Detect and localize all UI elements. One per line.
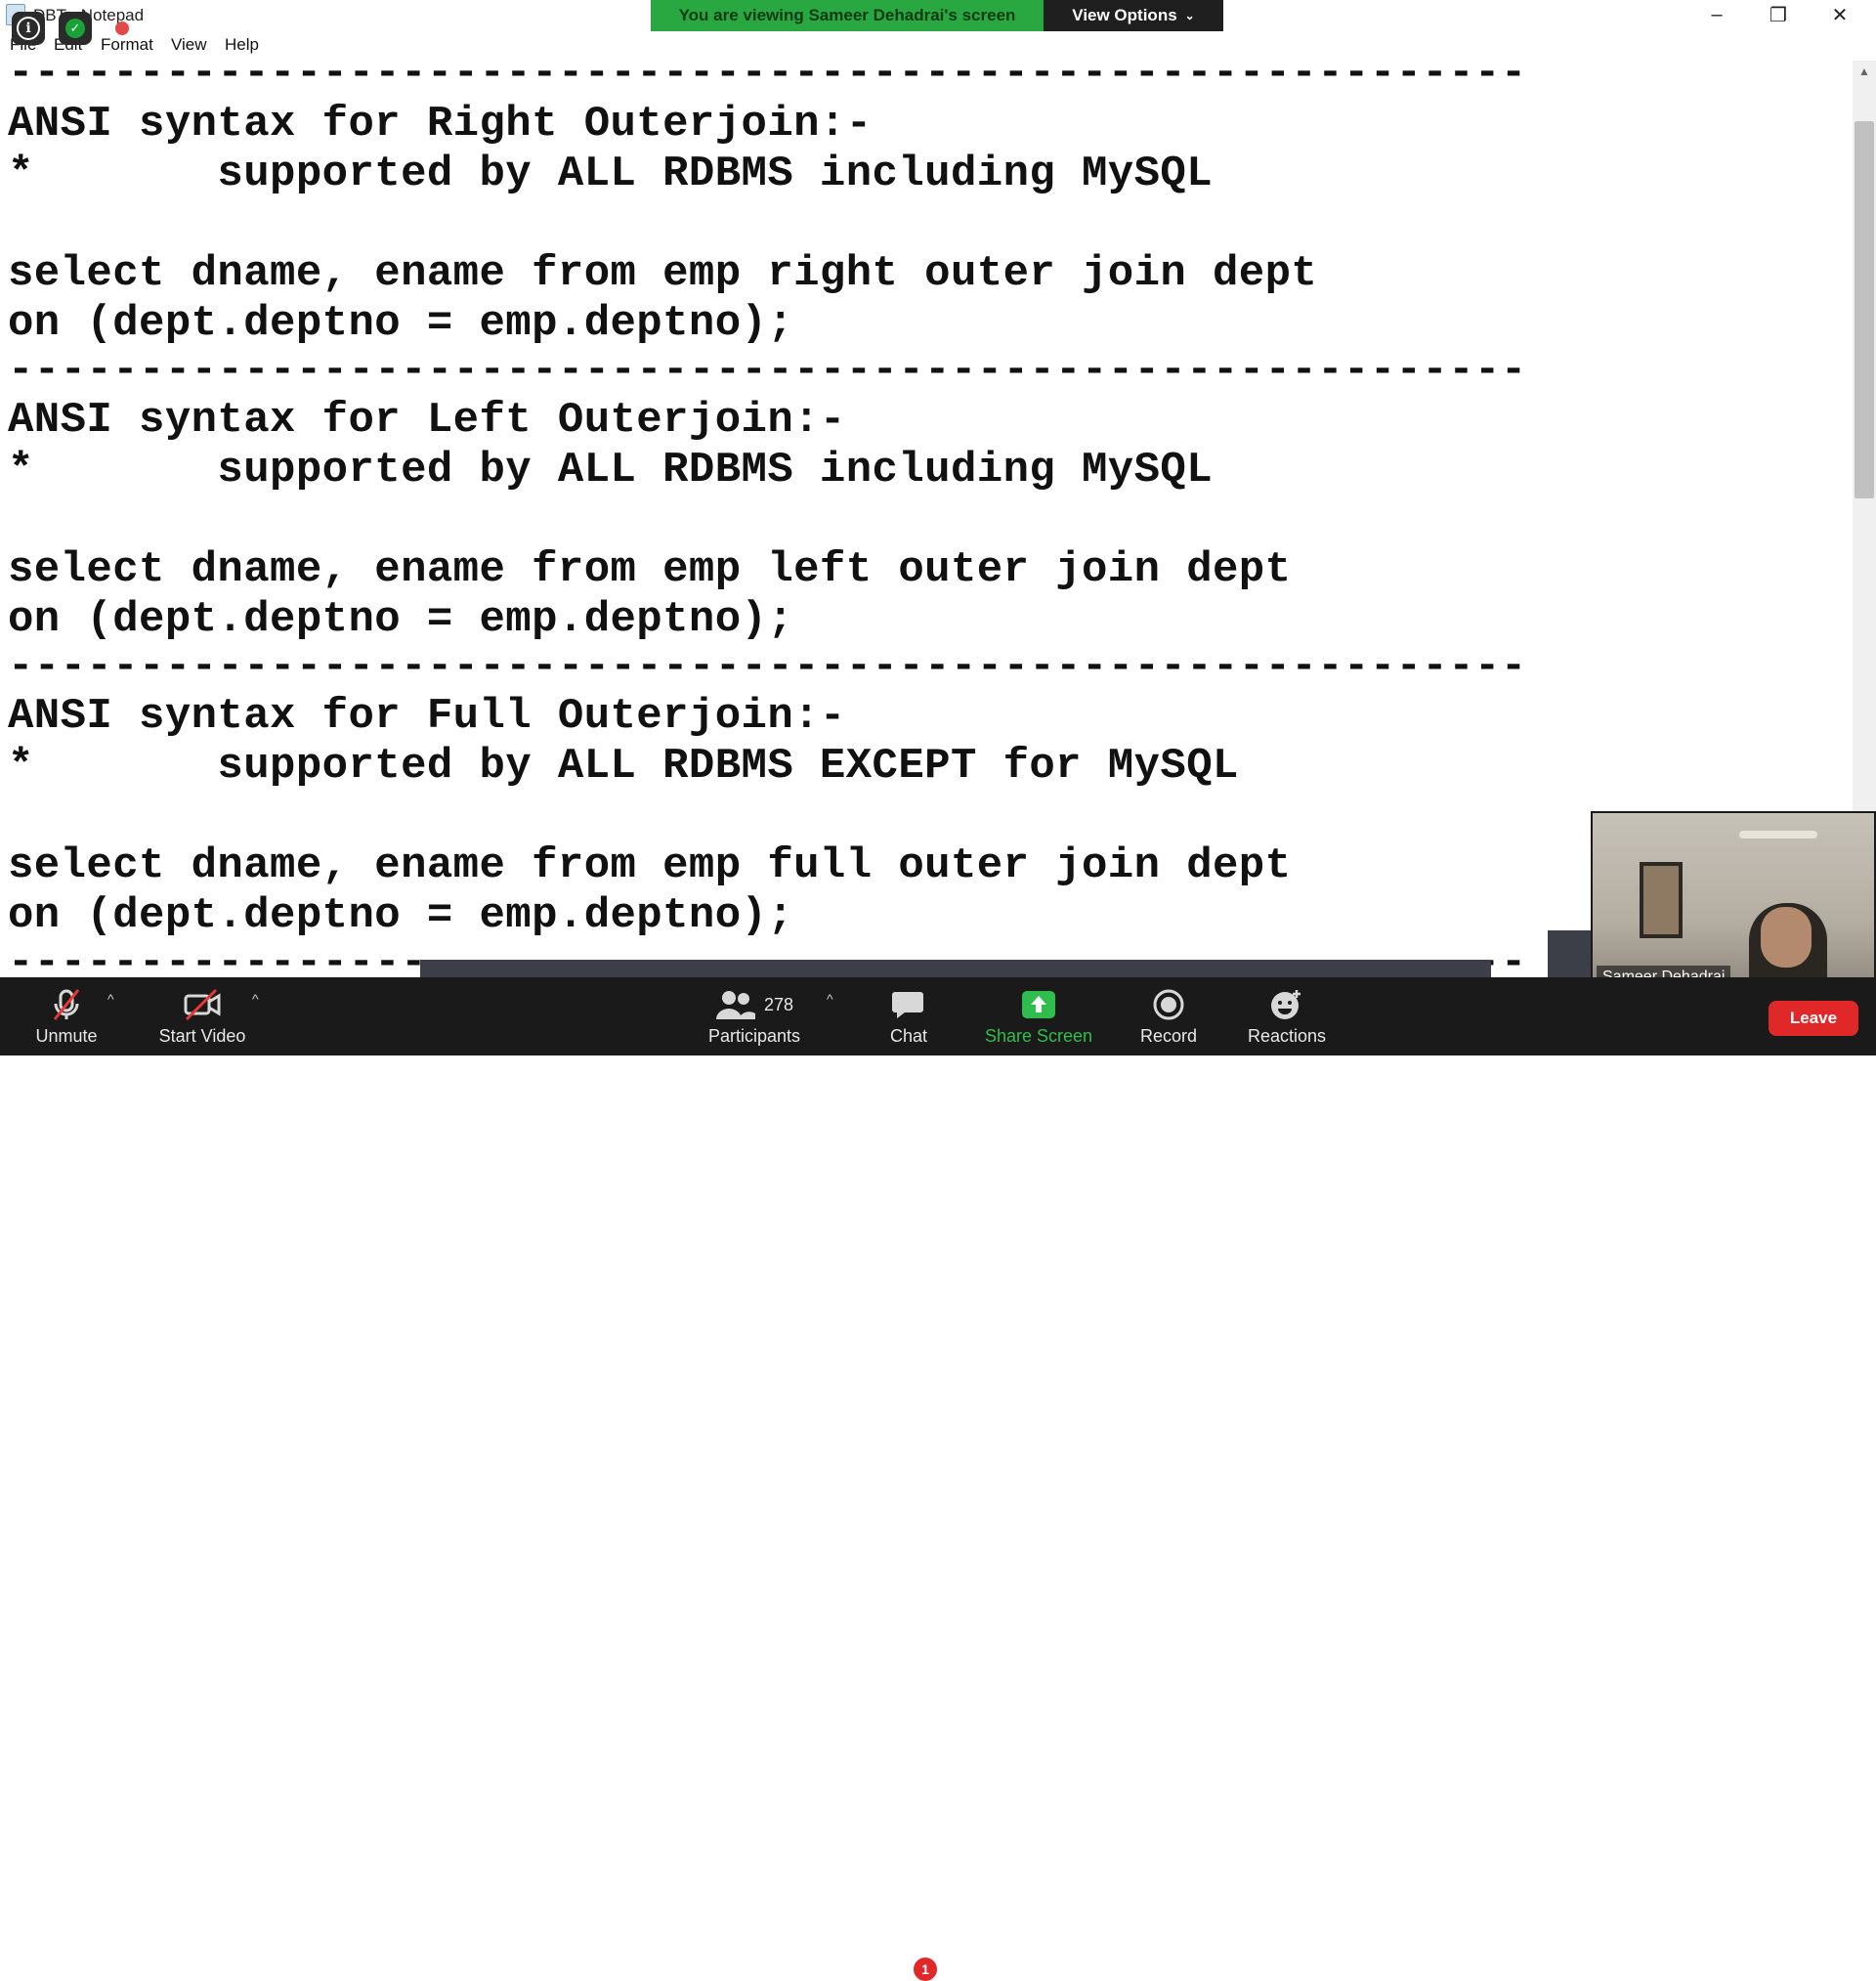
sql-select-line: select dname, ename from emp left outer … — [8, 545, 1292, 594]
reactions-label: Reactions — [1247, 1026, 1327, 1046]
chat-unread-badge: 1 — [914, 1958, 937, 1981]
reactions-button[interactable]: Reactions — [1243, 977, 1331, 1055]
participants-label: Participants — [707, 1026, 801, 1046]
sql-on-line: on (dept.deptno = emp.deptno); — [8, 595, 794, 644]
support-note-line: * supported by ALL RDBMS EXCEPT for MySQ… — [8, 742, 1239, 791]
screen-share-banner: You are viewing Sameer Dehadrai's screen — [651, 0, 1044, 31]
support-note-line: * supported by ALL RDBMS including MySQL — [8, 150, 1213, 198]
start-video-button[interactable]: Start Video — [151, 977, 253, 1055]
minimize-button[interactable]: – — [1686, 0, 1747, 29]
scroll-strip-end — [1548, 930, 1591, 977]
chevron-down-icon: ⌄ — [1184, 9, 1195, 22]
sql-select-line: select dname, ename from emp full outer … — [8, 841, 1292, 890]
share-screen-button[interactable]: Share Screen — [981, 977, 1096, 1055]
view-options-label: View Options — [1072, 6, 1177, 24]
muted-microphone-icon — [49, 987, 84, 1022]
info-icon: i — [17, 17, 40, 40]
heading-right-outerjoin: ANSI syntax for Right Outerjoin:- — [8, 100, 873, 149]
separator-line: ----------------------------------------… — [8, 642, 1527, 691]
view-options-button[interactable]: View Options ⌄ — [1044, 0, 1223, 31]
heading-full-outerjoin: ANSI syntax for Full Outerjoin:- — [8, 692, 846, 741]
separator-line: ----------------------------------------… — [8, 61, 1527, 98]
recording-dot-icon — [115, 22, 129, 35]
menu-view[interactable]: View — [171, 35, 207, 55]
text-editor[interactable]: ----------------------------------------… — [0, 61, 1853, 977]
menu-help[interactable]: Help — [225, 35, 259, 55]
ceiling-fan — [1739, 831, 1817, 839]
maximize-button[interactable]: ❐ — [1748, 0, 1809, 29]
participants-count: 278 — [763, 994, 794, 1014]
unmute-label: Unmute — [35, 1026, 98, 1046]
chat-bubble-icon — [891, 987, 926, 1022]
leave-meeting-button[interactable]: Leave — [1769, 1001, 1858, 1036]
sql-select-line: select dname, ename from emp right outer… — [8, 249, 1318, 298]
wall-picture-frame — [1640, 862, 1683, 938]
video-off-icon — [183, 987, 222, 1022]
reaction-smiley-icon — [1269, 987, 1304, 1022]
participant-video-tile[interactable]: Sameer Dehadrai — [1591, 811, 1876, 997]
meeting-toolbar: Unmute ^ Start Video ^ 278 Participants … — [0, 977, 1876, 1981]
close-button[interactable]: ✕ — [1810, 0, 1870, 29]
unmute-button[interactable]: Unmute — [27, 977, 106, 1055]
checkmark-icon: ✓ — [65, 19, 85, 38]
record-label: Record — [1139, 1026, 1198, 1046]
audio-options-caret-icon[interactable]: ^ — [107, 991, 114, 1007]
start-video-label: Start Video — [158, 1026, 246, 1046]
share-screen-icon — [1021, 987, 1056, 1022]
menu-format[interactable]: Format — [101, 35, 153, 55]
chat-label: Chat — [889, 1026, 928, 1046]
share-screen-label: Share Screen — [984, 1026, 1093, 1046]
participants-button[interactable]: 278 Participants — [704, 977, 805, 1055]
security-shield-icon[interactable]: ✓ — [59, 12, 92, 45]
participants-caret-icon[interactable]: ^ — [827, 991, 833, 1007]
scrollbar-thumb[interactable] — [1855, 121, 1874, 498]
video-options-caret-icon[interactable]: ^ — [252, 991, 259, 1007]
participants-icon: 278 — [715, 987, 793, 1022]
sql-on-line: on (dept.deptno = emp.deptno); — [8, 891, 794, 940]
horizontal-scroll-strip[interactable] — [420, 960, 1491, 977]
support-note-line: * supported by ALL RDBMS including MySQL — [8, 446, 1213, 495]
record-icon — [1152, 987, 1185, 1022]
sql-on-line: on (dept.deptno = emp.deptno); — [8, 299, 794, 348]
meeting-info-icon[interactable]: i — [12, 12, 45, 45]
heading-left-outerjoin: ANSI syntax for Left Outerjoin:- — [8, 396, 846, 445]
separator-line: ----------------------------------------… — [8, 346, 1527, 395]
record-button[interactable]: Record — [1130, 977, 1208, 1055]
scroll-up-arrow-icon[interactable]: ▲ — [1853, 61, 1876, 82]
chat-button[interactable]: Chat — [879, 977, 938, 1055]
participant-face — [1761, 907, 1812, 968]
